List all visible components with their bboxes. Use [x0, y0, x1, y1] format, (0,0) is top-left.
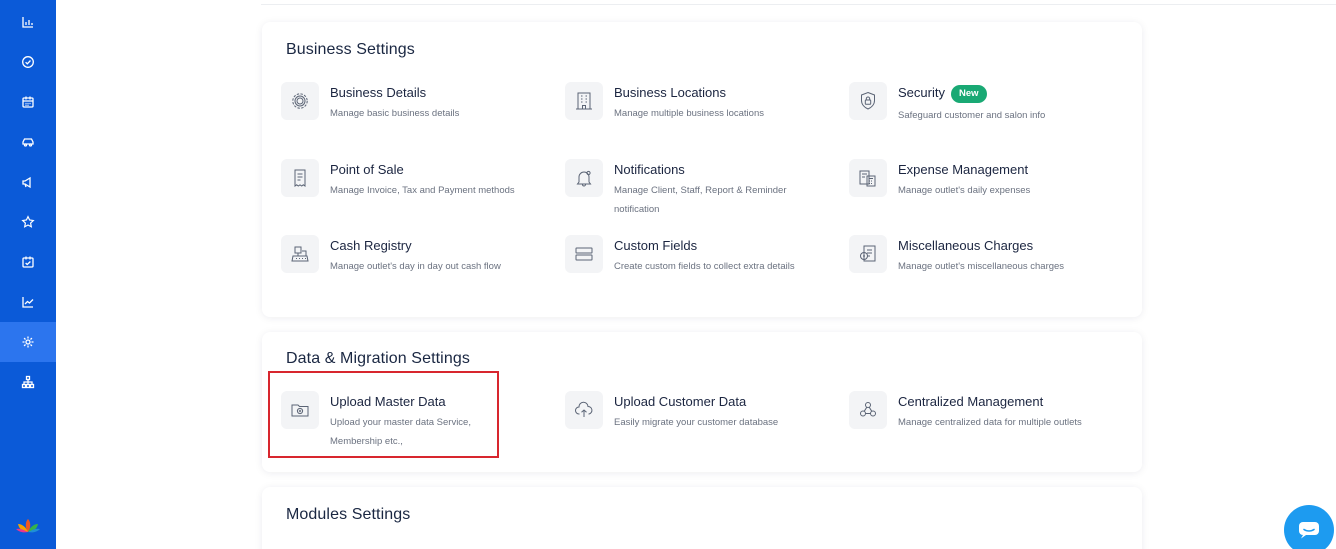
setting-title: Centralized Management	[898, 394, 1044, 409]
gear-circle-icon	[292, 93, 308, 109]
setting-title: Notifications	[614, 162, 685, 177]
bar-chart-icon	[22, 17, 33, 28]
setting-title: Miscellaneous Charges	[898, 238, 1034, 253]
trend-chart-icon	[22, 297, 34, 308]
bell-icon	[576, 170, 592, 187]
setting-description: Manage multiple business locations	[614, 108, 764, 119]
megaphone-icon	[22, 176, 31, 189]
setting-description: Manage basic business details	[330, 108, 460, 119]
setting-title: Security New	[898, 85, 987, 103]
setting-description: Manage outlet's daily expenses	[898, 185, 1031, 196]
setting-title: Upload Customer Data	[614, 394, 747, 409]
main-content: Business Settings Business Details Manag…	[56, 0, 1336, 549]
gear-icon	[22, 336, 34, 348]
nav-favorites[interactable]	[0, 202, 56, 242]
highlight-box	[268, 371, 499, 458]
building-icon	[576, 92, 592, 110]
modules-settings-card: Modules Settings	[262, 487, 1142, 549]
cash-register-icon	[291, 246, 309, 262]
setting-custom-fields[interactable]: Custom Fields Create custom fields to co…	[565, 235, 825, 295]
cloud-upload-icon	[575, 401, 593, 417]
setting-title: Custom Fields	[614, 238, 698, 253]
receipt-icon	[294, 169, 306, 187]
setting-expense-management[interactable]: Expense Management Manage outlet's daily…	[849, 159, 1109, 219]
nav-analytics[interactable]	[0, 282, 56, 322]
calculator-icon	[859, 170, 876, 187]
lotus-logo	[16, 519, 40, 533]
setting-description: Manage outlet's day in day out cash flow	[330, 261, 501, 272]
setting-title-text: Security	[898, 85, 945, 100]
fields-icon	[575, 247, 593, 261]
setting-title: Expense Management	[898, 162, 1029, 177]
setting-miscellaneous-charges[interactable]: Miscellaneous Charges Manage outlet's mi…	[849, 235, 1109, 295]
car-icon	[22, 138, 34, 147]
setting-description: Easily migrate your customer database	[614, 417, 779, 428]
nav-schedule[interactable]	[0, 242, 56, 282]
nav-marketing[interactable]	[0, 162, 56, 202]
setting-notifications[interactable]: Notifications Manage Client, Staff, Repo…	[565, 159, 825, 219]
calendar-check-icon	[22, 256, 34, 268]
business-settings-title: Business Settings	[286, 41, 415, 58]
setting-description: Create custom fields to collect extra de…	[614, 261, 795, 272]
nav-tasks[interactable]	[0, 42, 56, 82]
setting-cash-registry[interactable]: Cash Registry Manage outlet's day in day…	[281, 235, 541, 295]
star-icon	[21, 215, 35, 228]
setting-title: Business Locations	[614, 85, 727, 100]
nav-calendar[interactable]	[0, 82, 56, 122]
setting-security[interactable]: Security New Safeguard customer and salon…	[849, 82, 1109, 142]
setting-centralized-management[interactable]: Centralized Management Manage centralize…	[849, 391, 1109, 451]
setting-business-locations[interactable]: Business Locations Manage multiple busin…	[565, 82, 825, 142]
network-icon	[860, 402, 876, 417]
setting-description: Manage outlet's miscellaneous charges	[898, 261, 1065, 272]
org-chart-icon	[21, 375, 35, 389]
charges-icon	[860, 245, 876, 262]
nav-services[interactable]	[0, 122, 56, 162]
setting-description: Manage centralized data for multiple out…	[898, 417, 1082, 428]
modules-settings-title: Modules Settings	[286, 506, 411, 523]
data-migration-settings-title: Data & Migration Settings	[286, 350, 470, 367]
chat-icon	[1299, 522, 1319, 539]
setting-title: Point of Sale	[330, 162, 404, 177]
nav-settings[interactable]	[0, 322, 56, 362]
calendar-icon	[22, 96, 34, 108]
check-circle-icon	[22, 56, 34, 68]
new-badge: New	[950, 85, 987, 103]
nav-reports[interactable]	[0, 2, 56, 42]
chat-button[interactable]	[1284, 505, 1334, 549]
setting-point-of-sale[interactable]: Point of Sale Manage Invoice, Tax and Pa…	[281, 159, 541, 219]
setting-description: Manage Client, Staff, Report & Reminder …	[614, 185, 787, 215]
setting-description: Safeguard customer and salon info	[898, 110, 1046, 121]
setting-title: Business Details	[330, 85, 427, 100]
setting-business-details[interactable]: Business Details Manage basic business d…	[281, 82, 541, 142]
nav-organization[interactable]	[0, 362, 56, 402]
shield-lock-icon	[861, 91, 875, 110]
sidebar	[0, 0, 56, 549]
divider	[261, 4, 1336, 5]
business-settings-card: Business Settings Business Details Manag…	[262, 22, 1142, 317]
setting-title: Cash Registry	[330, 238, 412, 253]
setting-upload-customer-data[interactable]: Upload Customer Data Easily migrate your…	[565, 391, 825, 451]
setting-description: Manage Invoice, Tax and Payment methods	[330, 185, 515, 196]
